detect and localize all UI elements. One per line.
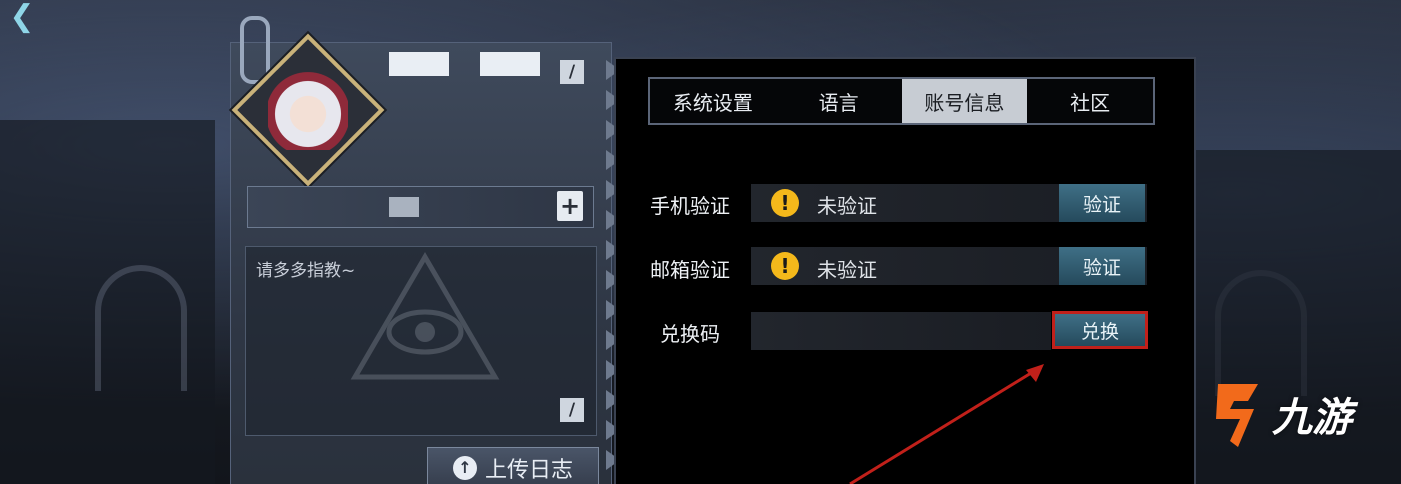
- tab-account-info[interactable]: 账号信息: [901, 79, 1028, 123]
- tab-community[interactable]: 社区: [1027, 79, 1153, 123]
- jiuyou-watermark: 九游: [1208, 376, 1378, 452]
- redeem-button[interactable]: 兑换: [1052, 311, 1148, 349]
- edit-name-icon[interactable]: ∕: [560, 60, 584, 84]
- background-arch: [95, 265, 187, 391]
- redeem-code-input[interactable]: [751, 312, 1051, 350]
- tab-system-settings[interactable]: 系统设置: [650, 79, 776, 123]
- jiuyou-logo-icon: [1216, 384, 1258, 447]
- upload-log-label: 上传日志: [484, 458, 573, 483]
- tab-language[interactable]: 语言: [776, 79, 902, 123]
- redeem-code-label: 兑换码: [660, 322, 720, 346]
- upload-log-button[interactable]: ↑ 上传日志: [427, 447, 599, 484]
- edit-signature-icon[interactable]: ∕: [560, 398, 584, 422]
- highlight-arrow: [849, 364, 1044, 484]
- avatar-image: [268, 70, 348, 150]
- warning-icon: !: [771, 252, 799, 280]
- email-verify-label: 邮箱验证: [650, 258, 730, 282]
- signature-text: 请多多指教~: [256, 261, 356, 281]
- phone-verify-label: 手机验证: [650, 194, 730, 218]
- upload-icon: ↑: [452, 456, 477, 480]
- player-id-redacted: [389, 197, 419, 217]
- jiuyou-logo-text: 九游: [1272, 395, 1352, 441]
- add-friend-icon[interactable]: +: [557, 191, 583, 221]
- back-arrow-icon[interactable]: ❮: [0, 0, 44, 34]
- eye-emblem-icon: [350, 252, 500, 380]
- email-verify-button[interactable]: 验证: [1059, 247, 1145, 285]
- paperclip-icon: [240, 16, 270, 84]
- player-name-redacted: [480, 52, 540, 76]
- warning-icon: !: [771, 189, 799, 217]
- email-verify-status: 未验证: [817, 258, 877, 282]
- settings-tabs: 系统设置 语言 账号信息 社区: [648, 77, 1155, 125]
- phone-verify-button[interactable]: 验证: [1059, 184, 1145, 222]
- player-name-redacted: [389, 52, 449, 76]
- phone-verify-status: 未验证: [817, 194, 877, 218]
- player-id-bar: [247, 186, 594, 228]
